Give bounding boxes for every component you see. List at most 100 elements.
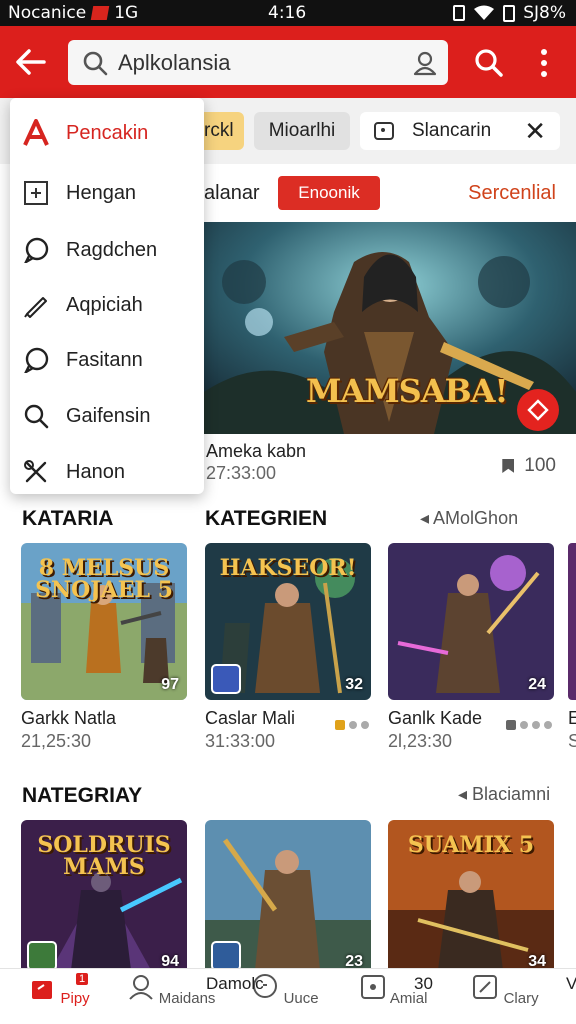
more-dots-icon[interactable] xyxy=(506,720,552,730)
game-thumbnail-title: SUAMIX 5 xyxy=(407,832,535,858)
featured-bookmark[interactable]: 100 xyxy=(502,455,556,477)
menu-item-label: Aqpiciah xyxy=(66,293,143,316)
game-time: 2l,23:30 xyxy=(388,731,453,751)
tab-first[interactable]: alanar xyxy=(204,182,260,205)
app-icon xyxy=(27,941,57,971)
chat-bubble-icon xyxy=(22,236,50,264)
game-thumbnail-title: SOLDRUIS MAMS xyxy=(37,832,171,880)
nav-label: Clary xyxy=(503,990,539,1007)
more-vert-icon[interactable] xyxy=(536,48,552,78)
game-thumbnail: 8 MELSUS SNOJAEL 5 97 xyxy=(21,543,187,700)
game-card[interactable]: SUAMIX 5 34 xyxy=(388,820,554,977)
menu-item[interactable]: Fasitann xyxy=(10,334,204,386)
game-thumbnail: HAKSEOR! 32 xyxy=(205,543,371,700)
game-card[interactable]: 24 Ganlk Kade 2l,23:30 xyxy=(388,543,554,752)
featured-name: Ameka kabn xyxy=(206,441,307,461)
game-card[interactable]: 8 MELSUS SNOJAEL 5 97 Garkk Natla 21,25:… xyxy=(21,543,187,752)
game-badge: 32 xyxy=(345,676,363,693)
nav-label: Pipy xyxy=(60,990,90,1007)
game-card-partial[interactable]: E S xyxy=(568,543,576,752)
section-title-mid: KATEGRIEN xyxy=(205,507,328,530)
brand-a-icon xyxy=(22,119,50,147)
carrier-flag-icon xyxy=(90,6,110,20)
status-bar: Nocanice 1G 4:16 SJ8% xyxy=(0,0,576,26)
game-time: 31:33:00 xyxy=(205,731,276,751)
app-icon xyxy=(211,664,241,694)
app-icon xyxy=(211,941,241,971)
network-label: 1G xyxy=(114,3,139,23)
tab-active[interactable]: Enoonik xyxy=(278,176,380,210)
section-title-2: NATEGRIAY xyxy=(22,784,143,807)
menu-item[interactable]: Gaifensin xyxy=(10,390,204,442)
featured-action-button[interactable] xyxy=(517,389,559,431)
back-arrow-icon[interactable] xyxy=(14,46,48,78)
nav-item-clary[interactable]: Clary xyxy=(460,973,550,1007)
close-icon[interactable]: ✕ xyxy=(524,118,546,144)
menu-item-label: Hanon xyxy=(66,460,125,483)
bookmark-icon xyxy=(502,459,515,473)
section-link-2[interactable]: ◂ Blaciamni xyxy=(458,784,550,805)
featured-title: MAMSABA! xyxy=(306,372,509,410)
featured-time: 27:33:00 xyxy=(206,463,277,483)
menu-item[interactable]: Ragdchen xyxy=(10,224,204,276)
dropdown-menu: Pencakin Hengan Ragdchen Aqpiciah Fasita… xyxy=(10,98,204,494)
carrier-label: Nocanice xyxy=(8,3,87,23)
search-icon xyxy=(22,402,50,430)
chat-bubble-icon xyxy=(22,346,50,374)
section-link-1[interactable]: ◂ AMolGhon xyxy=(420,508,518,529)
people-icon xyxy=(128,975,153,1000)
chip-camera[interactable]: Slancarin ✕ xyxy=(360,112,560,150)
menu-item-label: Fasitann xyxy=(66,348,143,371)
camera-icon xyxy=(374,122,394,140)
search-box[interactable] xyxy=(68,40,448,85)
game-badge: 24 xyxy=(528,676,546,693)
game-name: E xyxy=(568,708,576,728)
game-thumbnail-title: 8 MELSUS SNOJAEL 5 xyxy=(35,555,173,603)
notification-badge: 1 xyxy=(76,973,89,985)
section-title-left: KATARIA xyxy=(22,507,114,530)
header-search-icon[interactable] xyxy=(474,48,504,78)
chip-grey[interactable]: Mioarlhi xyxy=(254,112,350,150)
battery-label: SJ8% xyxy=(523,3,566,23)
game-thumbnail: SUAMIX 5 34 xyxy=(388,820,554,977)
chip-camera-label: Slancarin xyxy=(412,120,492,141)
menu-item-label: Pencakin xyxy=(66,121,149,144)
clock: 4:16 xyxy=(268,3,307,23)
nav-item-pipy[interactable]: Pipy 1 xyxy=(14,973,104,1007)
menu-item-label: Gaifensin xyxy=(66,404,151,427)
edit-icon xyxy=(473,975,498,999)
section-link-1-label: AMolGhon xyxy=(433,508,519,528)
section-link-2-label: Blaciamni xyxy=(472,784,551,804)
battery-icon xyxy=(503,4,516,22)
target-icon xyxy=(360,975,385,999)
nav-item-maidans[interactable]: Maidans xyxy=(126,973,216,1007)
search-input[interactable] xyxy=(118,49,408,76)
profile-icon[interactable] xyxy=(412,50,438,76)
game-thumbnail: 24 xyxy=(388,543,554,700)
nav-label: Uuce xyxy=(283,990,319,1007)
game-thumbnail: SOLDRUIS MAMS 94 xyxy=(21,820,187,977)
menu-item-label: Hengan xyxy=(66,181,137,204)
bottom-nav: Pipy 1 Maidans Uuce Amial Clary xyxy=(0,968,576,1024)
menu-item[interactable]: Pencakin xyxy=(10,107,204,159)
game-card[interactable]: 23 xyxy=(205,820,371,977)
game-thumbnail xyxy=(568,543,576,700)
game-time: 21,25:30 xyxy=(21,731,92,751)
game-name: Garkk Natla xyxy=(21,708,117,728)
tab-third[interactable]: Sercenlial xyxy=(468,182,556,205)
search-icon xyxy=(83,51,108,75)
more-dots-icon[interactable] xyxy=(335,720,369,730)
menu-item[interactable]: Aqpiciah xyxy=(10,279,204,331)
menu-item[interactable]: Hengan xyxy=(10,167,204,219)
wifi-icon xyxy=(474,5,495,20)
game-card[interactable]: HAKSEOR! 32 Caslar Mali 31:33:00 xyxy=(205,543,371,752)
diamond-icon xyxy=(527,399,549,421)
menu-item[interactable]: Hanon xyxy=(10,446,204,498)
game-time: S xyxy=(568,731,576,751)
nav-floating-count: 30 xyxy=(414,974,433,993)
game-card[interactable]: SOLDRUIS MAMS 94 xyxy=(21,820,187,977)
game-thumbnail: 23 xyxy=(205,820,371,977)
pencil-icon xyxy=(22,291,50,319)
app-header xyxy=(0,26,576,98)
game-badge: 97 xyxy=(161,676,179,693)
